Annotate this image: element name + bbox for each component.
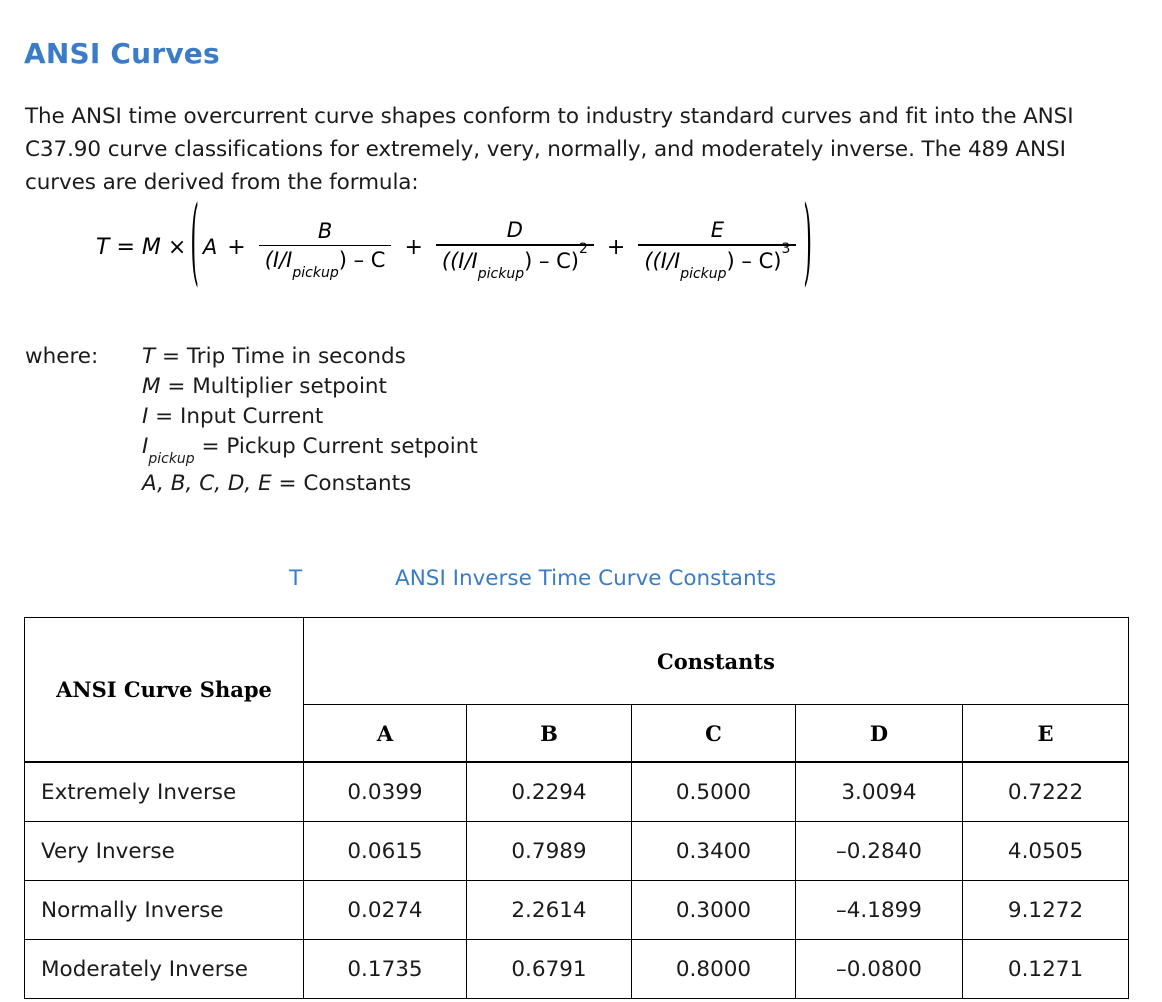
denominator-d-exponent: 2 <box>578 240 588 257</box>
cell-constant-d: –0.2840 <box>795 821 963 881</box>
definition-text: = Input Current <box>148 404 324 429</box>
cell-curve-shape: Very Inverse <box>24 821 304 881</box>
cell-constant-d: 3.0094 <box>795 761 963 822</box>
formula-open-paren: ( <box>190 191 199 299</box>
denominator-b-tail: ) – C <box>338 248 386 273</box>
formula-fraction-d: D ((I/Ipickup) – C)2 <box>435 218 594 282</box>
cell-constant-c: 0.5000 <box>631 761 796 822</box>
formula-close-paren: ) <box>803 191 812 299</box>
cell-curve-shape: Extremely Inverse <box>24 761 304 822</box>
cell-constant-d: –4.1899 <box>795 880 963 940</box>
denominator-e-exponent: 3 <box>781 240 791 257</box>
formula-numerator-D: D <box>506 218 523 242</box>
definition-text: = Pickup Current setpoint <box>194 434 478 459</box>
denominator-e-subscript: pickup <box>680 265 727 282</box>
cell-curve-shape: Normally Inverse <box>24 880 304 940</box>
cell-constant-e: 0.7222 <box>961 761 1130 822</box>
page-title: ANSI Curves <box>24 36 220 70</box>
cell-constant-d: –0.0800 <box>795 939 963 999</box>
header-constant-c: C <box>631 704 796 763</box>
cell-constant-a: 0.0274 <box>303 880 467 940</box>
formula-numerator-E: E <box>710 218 724 242</box>
document-page: ANSI Curves The ANSI time overcurrent cu… <box>0 0 1162 1002</box>
cell-constant-b: 0.2294 <box>466 761 632 822</box>
ansi-constants-table: ANSI Curve Shape Constants A B C D E Ext… <box>24 617 1130 999</box>
cell-constant-e: 0.1271 <box>961 939 1130 999</box>
cell-constant-a: 0.0399 <box>303 761 467 822</box>
formula-denominator-b: (I/Ipickup) – C <box>259 246 392 281</box>
cell-curve-shape: Moderately Inverse <box>24 939 304 999</box>
cell-constant-e: 9.1272 <box>961 880 1130 940</box>
denominator-d-tail: ) – C) <box>524 248 579 273</box>
definition-subscript: pickup <box>148 451 195 468</box>
caption-marker: T <box>289 566 303 591</box>
ansi-curve-formula: T = M × ( A + B (I/Ipickup) – C + D ((I/… <box>96 198 816 293</box>
header-ansi-curve-shape: ANSI Curve Shape <box>24 617 304 763</box>
denominator-d-subscript: pickup <box>477 265 525 282</box>
formula-symbol-M: M <box>141 234 161 260</box>
definition-item: M = Multiplier setpoint <box>142 372 478 402</box>
definition-symbol: M <box>142 374 161 399</box>
table-row: Very Inverse 0.0615 0.7989 0.3400 –0.284… <box>24 821 1130 881</box>
formula-times: × <box>167 234 187 260</box>
denominator-b-subscript: pickup <box>292 265 339 282</box>
cell-constant-b: 0.7989 <box>466 821 632 881</box>
table-row: Extremely Inverse 0.0399 0.2294 0.5000 3… <box>24 761 1130 822</box>
definition-text: = Constants <box>271 471 412 497</box>
cell-constant-a: 0.0615 <box>303 821 467 881</box>
header-constant-d: D <box>795 704 963 763</box>
formula-body: A + B (I/Ipickup) – C + D ((I/Ipickup) –… <box>202 218 799 282</box>
formula-plus-1: + <box>227 234 246 260</box>
denominator-b-open: (I/I <box>264 248 293 273</box>
table-header: ANSI Curve Shape Constants A B C D E <box>24 617 1130 763</box>
formula-numerator-B: B <box>317 218 333 243</box>
definition-item: Ipickup = Pickup Current setpoint <box>142 432 478 469</box>
formula-plus-3: + <box>606 234 626 260</box>
header-constants-group: Constants <box>302 617 1130 705</box>
formula-equals: = <box>116 234 135 260</box>
definition-symbol: A, B, C, D, E <box>142 471 272 497</box>
formula-fraction-e: E ((I/Ipickup) – C)3 <box>638 218 797 282</box>
denominator-e-tail: ) – C) <box>726 248 782 273</box>
table-caption: T ANSI Inverse Time Curve Constants <box>289 566 776 591</box>
table-row: Normally Inverse 0.0274 2.2614 0.3000 –4… <box>24 880 1130 940</box>
cell-constant-b: 2.2614 <box>466 880 632 940</box>
cell-constant-c: 0.3000 <box>631 880 796 940</box>
denominator-e-open: ((I/I <box>644 248 681 273</box>
header-constant-a: A <box>303 704 467 763</box>
formula-plus-2: + <box>404 234 423 260</box>
cell-constant-c: 0.3400 <box>631 821 796 881</box>
caption-text: ANSI Inverse Time Curve Constants <box>395 566 777 591</box>
cell-constant-c: 0.8000 <box>631 939 796 999</box>
table-body: Extremely Inverse 0.0399 0.2294 0.5000 3… <box>24 761 1130 999</box>
formula-term-A: A <box>202 235 218 260</box>
definition-symbol: T <box>142 344 156 369</box>
definition-text: = Trip Time in seconds <box>155 344 406 369</box>
table-header-row-group: ANSI Curve Shape Constants <box>24 617 1130 763</box>
formula-denominator-d: ((I/Ipickup) – C)2 <box>436 241 594 282</box>
definition-item: T = Trip Time in seconds <box>142 342 478 372</box>
definition-text: = Multiplier setpoint <box>160 374 387 399</box>
formula-fraction-b: B (I/Ipickup) – C <box>258 218 392 281</box>
formula-symbol-T: T <box>96 234 110 260</box>
formula-denominator-e: ((I/Ipickup) – C)3 <box>638 241 796 282</box>
where-definitions: where: T = Trip Time in seconds M = Mult… <box>25 342 478 499</box>
denominator-d-open: ((I/I <box>441 248 478 273</box>
cell-constant-a: 0.1735 <box>303 939 467 999</box>
header-constant-e: E <box>961 704 1130 763</box>
where-label: where: <box>25 344 99 369</box>
definition-list: T = Trip Time in seconds M = Multiplier … <box>142 342 478 499</box>
table-row: Moderately Inverse 0.1735 0.6791 0.8000 … <box>24 939 1130 999</box>
definition-item: A, B, C, D, E = Constants <box>142 469 478 499</box>
intro-paragraph: The ANSI time overcurrent curve shapes c… <box>25 103 1074 195</box>
formula-lhs: T = M × <box>96 235 186 260</box>
cell-constant-e: 4.0505 <box>961 821 1130 881</box>
definition-item: I = Input Current <box>142 402 478 432</box>
cell-constant-b: 0.6791 <box>466 939 632 999</box>
header-constant-b: B <box>466 704 632 763</box>
